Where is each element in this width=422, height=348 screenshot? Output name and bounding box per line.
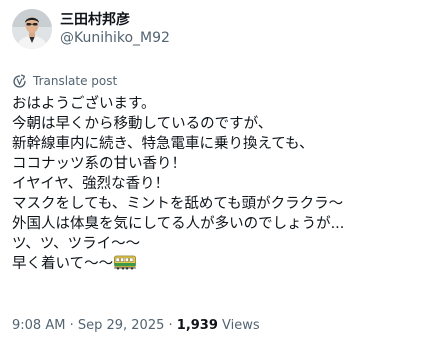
post-date[interactable]: Sep 29, 2025 bbox=[78, 318, 165, 333]
post-line: マスクをしても、ミントを舐めても頭がクラクラ～ bbox=[12, 196, 344, 212]
post-last-line: 早く着いて～～ bbox=[12, 254, 410, 274]
post-text: おはようございます。 今朝は早くから移動しているのですが、 新幹線車内に続き、特… bbox=[12, 94, 410, 274]
avatar[interactable] bbox=[12, 9, 52, 49]
post-line: ツ、ツ、ツライ～～ bbox=[12, 236, 141, 252]
profile-photo-icon bbox=[12, 9, 52, 49]
translate-post-label: Translate post bbox=[33, 74, 118, 88]
post-metadata: 9:08 AM · Sep 29, 2025 · 1,939 Views bbox=[12, 318, 260, 333]
translate-icon bbox=[12, 73, 27, 89]
translate-post-link[interactable]: Translate post bbox=[12, 73, 410, 89]
meta-separator: · bbox=[65, 318, 78, 333]
author-handle[interactable]: @Kunihiko_M92 bbox=[60, 29, 170, 47]
train-emoji-icon bbox=[114, 255, 137, 276]
post-line: 外国人は体臭を気にしてる人が多いのでしょうが... bbox=[12, 216, 345, 232]
views-label: Views bbox=[217, 318, 260, 333]
post-line: 今朝は早くから移動しているのですが、 bbox=[12, 116, 273, 132]
post-line: 新幹線車内に続き、特急電車に乗り換えても、 bbox=[12, 136, 314, 152]
author-names: 三田村邦彦 @Kunihiko_M92 bbox=[60, 11, 170, 47]
meta-separator: · bbox=[164, 318, 177, 333]
post-header: 三田村邦彦 @Kunihiko_M92 bbox=[12, 9, 410, 49]
post-line: 早く着いて～～ bbox=[12, 256, 114, 272]
post-card: 三田村邦彦 @Kunihiko_M92 Translate post おはようご… bbox=[0, 0, 422, 348]
post-line: おはようございます。 bbox=[12, 96, 156, 112]
author-display-name[interactable]: 三田村邦彦 bbox=[60, 11, 170, 29]
post-line: イヤイヤ、強烈な香り！ bbox=[12, 176, 170, 192]
post-line: ココナッツ系の甘い香り！ bbox=[12, 156, 186, 172]
post-time[interactable]: 9:08 AM bbox=[12, 318, 65, 333]
views-count: 1,939 bbox=[176, 318, 218, 333]
